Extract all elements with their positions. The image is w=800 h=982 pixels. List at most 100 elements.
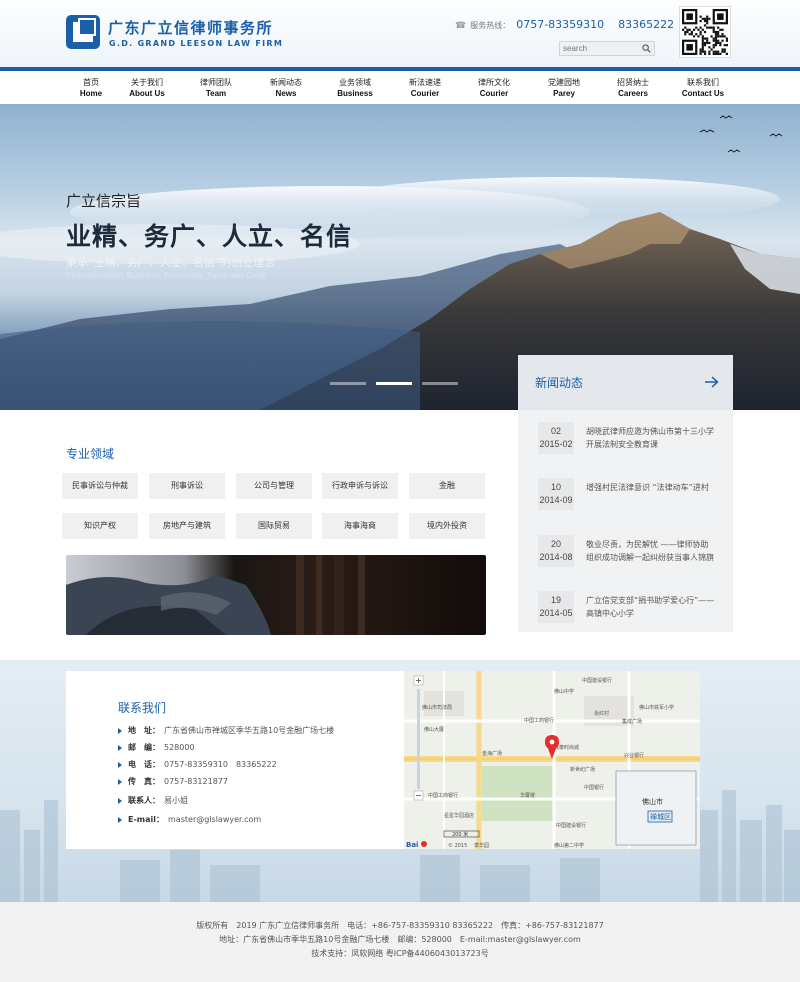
hotline: ☎ 服务热线： 0757-83359310 83365222 — [455, 18, 674, 31]
nav-label-cn: 党建园地 — [548, 78, 580, 87]
contact-fax: 传 真： 0757-83121877 — [118, 776, 228, 787]
nav-label-cn: 律所文化 — [478, 78, 510, 87]
map-label: 中国建设银行 — [582, 677, 612, 684]
contact-label: 邮 编： — [128, 743, 160, 752]
map-scale: 200 米 — [452, 831, 468, 838]
nav-item-new-law[interactable]: 新法速递 Courier — [390, 77, 460, 99]
carousel-dot[interactable] — [376, 382, 412, 385]
location-map[interactable]: 中国建设银行 佛山中学 佛山市司法局 中国工商银行 永红村 集成广场 佛山市铁军… — [404, 671, 700, 849]
nav-item-about[interactable]: 关于我们 About Us — [112, 77, 182, 99]
news-date: 20 2014-08 — [538, 535, 574, 567]
nav-item-contact[interactable]: 联系我们 Contact Us — [668, 77, 738, 99]
logo-mark-icon — [66, 15, 100, 49]
contact-phone: 电 话： 0757-83359310 83365222 — [118, 759, 277, 770]
news-headline[interactable]: 胡晓武律师应邀为佛山市第十三小学开展法制安全教育课 — [586, 425, 716, 453]
footer-copyright: 版权所有 2019 广东广立信律师事务所 电话：+86-757-83359310… — [196, 921, 604, 930]
map-inset-label: 佛山市 — [642, 797, 663, 806]
contact-address: 地 址： 广东省佛山市禅城区季华五路10号金融广场七楼 — [118, 725, 334, 736]
nav-item-party[interactable]: 党建园地 Parey — [529, 77, 599, 99]
carousel-dot[interactable] — [330, 382, 366, 385]
main-navigation: 首页 Home 关于我们 About Us 律师团队 Team 新闻动态 News 业务… — [0, 71, 800, 104]
footer-address: 地址：广东省佛山市季华五路10号金融广场七楼 邮编：528000 E-mail:… — [219, 935, 581, 944]
news-day: 20 — [550, 539, 561, 549]
search-icon[interactable] — [642, 44, 651, 53]
map-label: 华厦楼 — [520, 792, 535, 799]
svg-text:Bai: Bai — [406, 841, 418, 849]
news-item[interactable]: 02 2015-02 胡晓武律师应邀为佛山市第十三小学开展法制安全教育课 — [538, 422, 728, 454]
business-item-maritime[interactable]: 海事海商 — [322, 513, 398, 539]
map-label: 中国建设银行 — [556, 822, 586, 829]
contact-label: 电 话： — [128, 760, 160, 769]
business-item-ip[interactable]: 知识产权 — [62, 513, 138, 539]
nav-label-en: Courier — [479, 89, 509, 98]
news-panel-header[interactable]: 新闻动态 — [518, 355, 733, 410]
nav-item-news[interactable]: 新闻动态 News — [251, 77, 321, 99]
search-input[interactable] — [560, 42, 636, 55]
nav-item-team[interactable]: 律师团队 Team — [181, 77, 251, 99]
news-item[interactable]: 19 2014-05 广立信党支部“捐书助学爱心行”——高镇中心小学 — [538, 591, 728, 623]
business-section-title: 专业领域 — [66, 447, 115, 461]
map-label: 佛山大厦 — [424, 726, 444, 733]
logo-english-name: G.D. GRAND LEESON LAW FIRM — [109, 39, 284, 48]
nav-label-en: News — [275, 89, 297, 98]
map-label: 佛山市司法局 — [422, 704, 452, 711]
news-panel: 新闻动态 02 2015-02 胡晓武律师应邀为佛山市第十三小学开展法制安全教育课… — [518, 355, 733, 632]
search-box — [559, 41, 655, 56]
map-label: 佛山市铁军小学 — [639, 704, 674, 711]
business-item-investment[interactable]: 境内外投资 — [409, 513, 485, 539]
hotline-label: 服务热线： — [470, 21, 511, 30]
business-item-finance[interactable]: 金融 — [409, 473, 485, 499]
arrow-right-icon[interactable] — [705, 376, 719, 388]
phone-icon: ☎ — [455, 21, 467, 31]
triangle-bullet-icon — [118, 761, 122, 768]
nav-label-en: Parey — [553, 89, 575, 98]
banner-subtitle: 广立信宗旨 — [66, 192, 142, 210]
business-item-civil[interactable]: 民事诉讼与仲裁 — [62, 473, 138, 499]
contact-label: 传 真： — [128, 777, 160, 786]
site-logo[interactable]: 广东广立信律师事务所 G.D. GRAND LEESON LAW FIRM — [66, 15, 296, 53]
news-item[interactable]: 20 2014-08 敬业尽责，为民解忧 ——律师协助组织成功调解一起纠纷获当事人… — [538, 535, 728, 567]
triangle-bullet-icon — [118, 778, 122, 785]
news-headline[interactable]: 广立信党支部“捐书助学爱心行”——高镇中心小学 — [586, 594, 716, 622]
business-item-administrative[interactable]: 行政申诉与诉讼 — [322, 473, 398, 499]
business-item-criminal[interactable]: 刑事诉讼 — [149, 473, 225, 499]
contact-value: 0757-83359310 83365222 — [164, 760, 277, 769]
business-item-trade[interactable]: 国际贸易 — [236, 513, 312, 539]
business-item-corporate[interactable]: 公司与管理 — [236, 473, 312, 499]
contact-title: 联系我们 — [118, 701, 167, 715]
map-label: 佛山第二中学 — [554, 842, 584, 849]
carousel-dot[interactable] — [422, 382, 458, 385]
hotline-number-2: 83365222 — [618, 18, 675, 31]
contact-label: 联系人： — [128, 796, 160, 805]
banner-title: 业精、务广、人立、名信 — [66, 222, 353, 251]
nav-label-en: About Us — [129, 89, 165, 98]
map-label: 集成广场 — [622, 718, 642, 725]
nav-item-culture[interactable]: 律所文化 Courier — [459, 77, 529, 99]
business-item-real-estate[interactable]: 房地产与建筑 — [149, 513, 225, 539]
news-headline[interactable]: 增强村民法律意识 “法律动车”进村 — [586, 481, 716, 509]
nav-item-careers[interactable]: 招贤纳士 Careers — [598, 77, 668, 99]
news-year-month: 2014-09 — [539, 495, 573, 505]
contact-card: 联系我们 地 址： 广东省佛山市禅城区季华五路10号金融广场七楼 邮 编： 5280… — [66, 671, 700, 849]
triangle-bullet-icon — [118, 797, 122, 804]
contact-label: E-mail： — [128, 815, 165, 824]
site-footer: 版权所有 2019 广东广立信律师事务所 电话：+86-757-83359310… — [0, 902, 800, 982]
nav-label-en: Contact Us — [681, 89, 725, 98]
triangle-bullet-icon — [118, 744, 122, 751]
map-label: 兴业银行 — [624, 752, 644, 759]
news-year-month: 2014-05 — [539, 608, 573, 618]
news-headline[interactable]: 敬业尽责，为民解忧 ——律师协助组织成功调解一起纠纷获当事人锦旗致谢 — [586, 538, 716, 566]
nav-label-cn: 业务领域 — [339, 78, 371, 87]
nav-label-cn: 联系我们 — [687, 78, 719, 87]
nav-label-en: Business — [337, 89, 373, 98]
footer-tech-support[interactable]: 技术支持：凤软网络 粤ICP备4406043013723号 — [0, 948, 800, 959]
banner-description: 秉承“业精、务广、人立、名信”的创业理念 — [66, 256, 276, 269]
news-day: 10 — [550, 482, 561, 492]
news-item[interactable]: 10 2014-09 增强村民法律意识 “法律动车”进村 — [538, 478, 728, 510]
map-label: 中国工商银行 — [524, 717, 554, 724]
nav-label-en: Team — [205, 89, 227, 98]
contact-value[interactable]: master@glslawyer.com — [168, 815, 261, 824]
map-label: 新世纪广场 — [570, 766, 595, 773]
nav-label-cn: 律师团队 — [200, 78, 232, 87]
nav-item-business[interactable]: 业务领域 Business — [320, 77, 390, 99]
